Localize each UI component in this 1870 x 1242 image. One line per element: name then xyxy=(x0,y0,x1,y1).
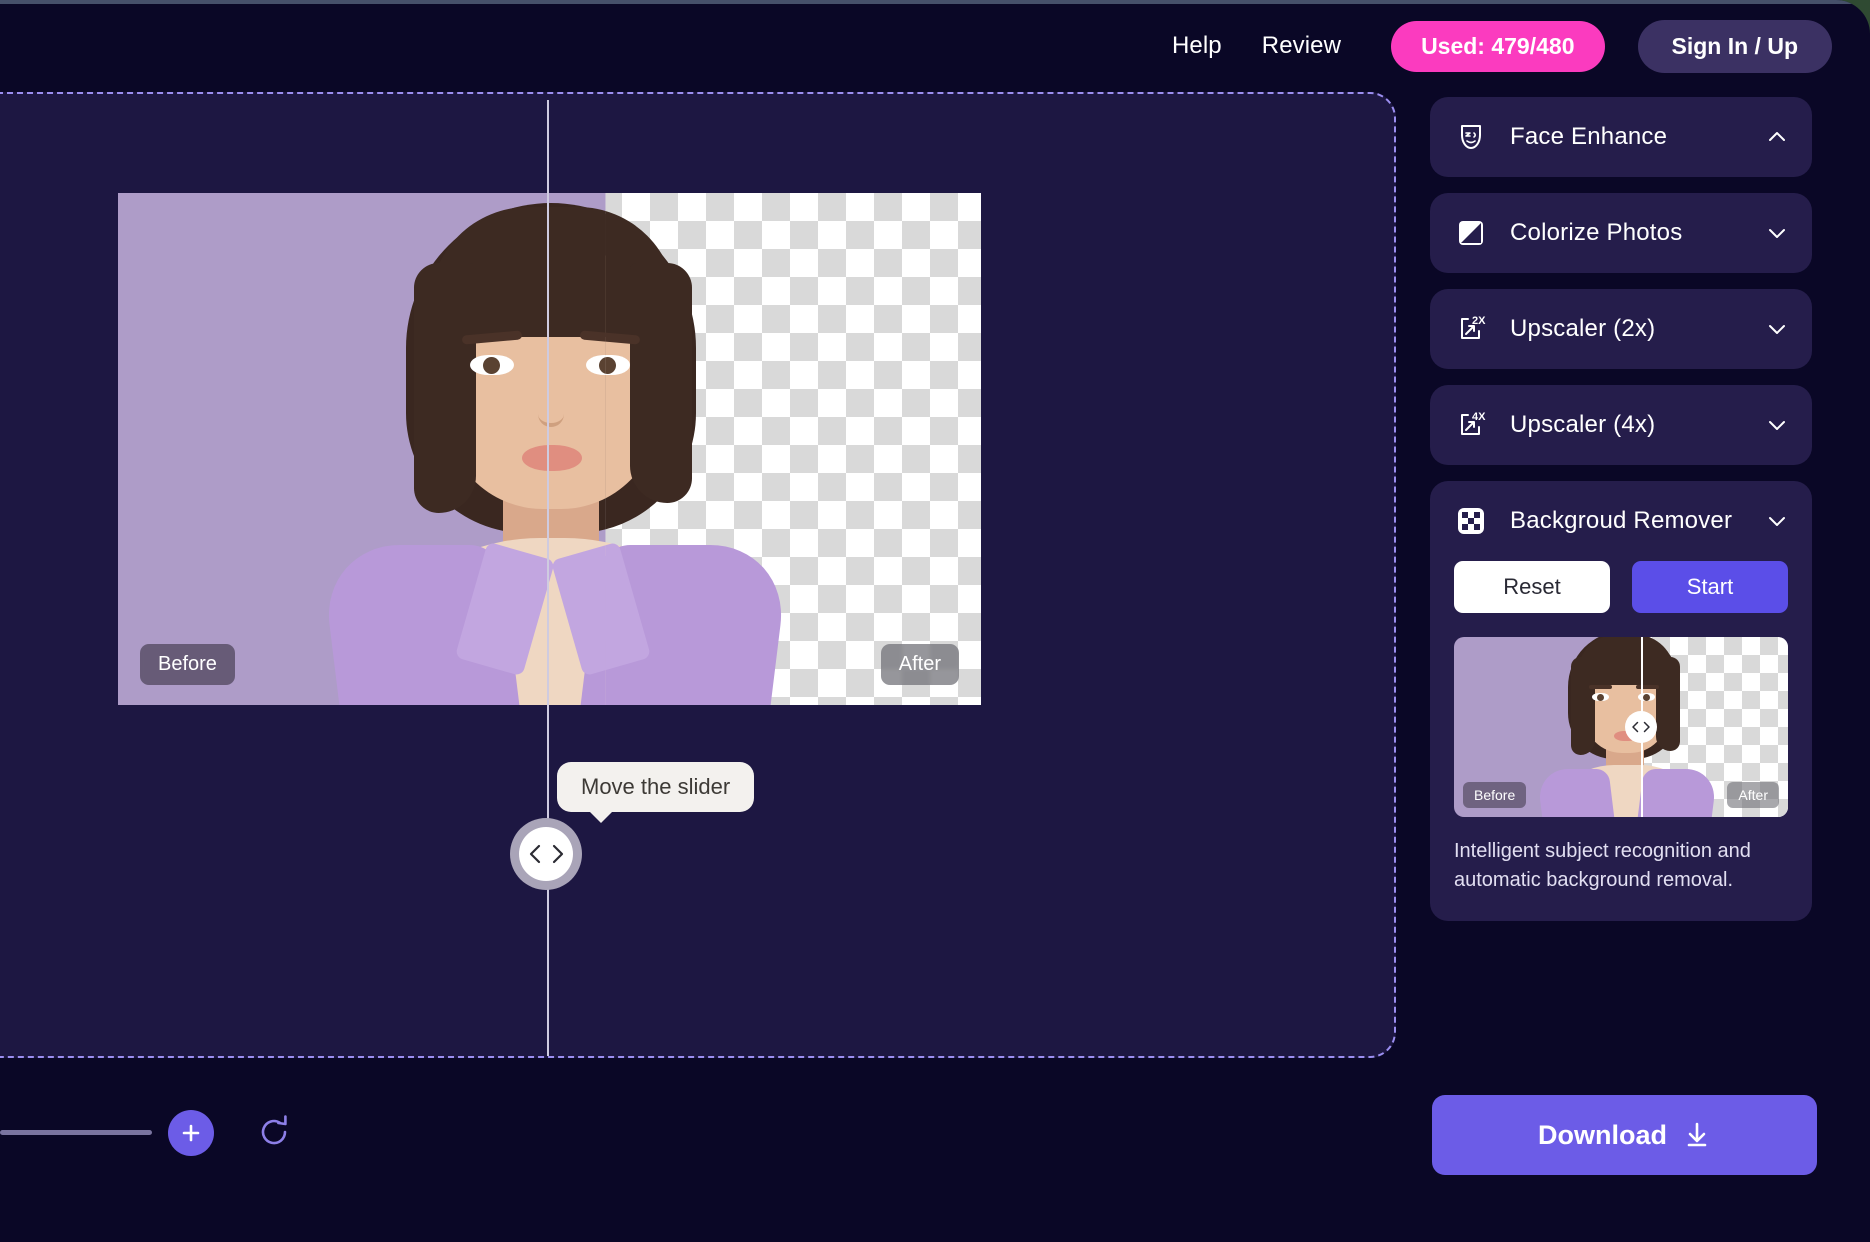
checkerboard-icon xyxy=(1454,504,1488,538)
panel-header-upscaler-2x[interactable]: 2X Upscaler (2x) xyxy=(1430,289,1812,369)
app-window: Help Review Used: 479/480 Sign In / Up B… xyxy=(0,0,1870,1242)
preview-before-label: Before xyxy=(1463,782,1527,808)
panel-face-enhance: Face Enhance xyxy=(1430,97,1812,177)
add-image-button[interactable] xyxy=(168,1110,214,1156)
help-link[interactable]: Help xyxy=(1152,22,1242,70)
download-arrow-icon xyxy=(1687,1122,1707,1147)
panel-body-background-remover: Reset Start Before After Intelligent sub… xyxy=(1430,561,1812,921)
plus-icon xyxy=(182,1124,200,1142)
action-buttons-row: Reset Start xyxy=(1454,561,1788,613)
background-remover-preview[interactable]: Before After xyxy=(1454,637,1788,817)
usage-badge[interactable]: Used: 479/480 xyxy=(1391,20,1605,72)
before-label: Before xyxy=(140,644,235,685)
download-label: Download xyxy=(1538,1119,1667,1150)
panel-label-colorize-photos: Colorize Photos xyxy=(1510,219,1683,246)
background-remover-description: Intelligent subject recognition and auto… xyxy=(1454,840,1751,891)
chevron-left-icon xyxy=(529,844,540,864)
face-mask-icon xyxy=(1454,120,1488,154)
preview-after-label: After xyxy=(1727,782,1779,808)
chevron-right-icon xyxy=(552,844,563,864)
preview-slider-handle[interactable] xyxy=(1625,711,1658,743)
review-link[interactable]: Review xyxy=(1242,22,1361,70)
app-header: Help Review Used: 479/480 Sign In / Up xyxy=(0,4,1870,88)
sign-in-up-button[interactable]: Sign In / Up xyxy=(1637,19,1832,73)
chevron-left-icon xyxy=(1632,721,1639,733)
comparison-slider-handle[interactable] xyxy=(510,818,582,890)
chevron-down-icon[interactable] xyxy=(1766,222,1788,244)
panel-header-colorize-photos[interactable]: Colorize Photos xyxy=(1430,193,1812,273)
panel-label-upscaler-2x: Upscaler (2x) xyxy=(1510,315,1656,342)
panel-header-upscaler-4x[interactable]: 4X Upscaler (4x) xyxy=(1430,385,1812,465)
reprocess-button[interactable] xyxy=(248,1106,300,1158)
upscale-2x-icon: 2X xyxy=(1454,312,1488,346)
svg-text:2X: 2X xyxy=(1472,315,1486,327)
panel-upscaler-2x: 2X Upscaler (2x) xyxy=(1430,289,1812,369)
panel-label-upscaler-4x: Upscaler (4x) xyxy=(1510,411,1656,438)
color-split-icon xyxy=(1454,216,1488,250)
panel-header-face-enhance[interactable]: Face Enhance xyxy=(1430,97,1812,177)
chevron-down-icon[interactable] xyxy=(1766,318,1788,340)
reset-button[interactable]: Reset xyxy=(1454,561,1610,613)
chevron-right-icon xyxy=(1643,721,1650,733)
progress-track xyxy=(0,1130,152,1135)
panel-background-remover: Backgroud Remover Reset Start Before Aft… xyxy=(1430,481,1812,921)
download-button[interactable]: Download xyxy=(1432,1095,1817,1175)
before-after-comparison[interactable]: Before After xyxy=(118,193,981,705)
svg-text:4X: 4X xyxy=(1472,411,1486,423)
panel-upscaler-4x: 4X Upscaler (4x) xyxy=(1430,385,1812,465)
refresh-icon xyxy=(261,1115,287,1145)
start-button[interactable]: Start xyxy=(1632,561,1788,613)
panel-label-background-remover: Backgroud Remover xyxy=(1510,507,1733,534)
after-label: After xyxy=(880,644,959,685)
chevron-up-icon[interactable] xyxy=(1766,126,1788,148)
panel-label-face-enhance: Face Enhance xyxy=(1510,123,1668,150)
panel-colorize-photos: Colorize Photos xyxy=(1430,193,1812,273)
upscale-4x-icon: 4X xyxy=(1454,408,1488,442)
chevron-down-icon[interactable] xyxy=(1766,510,1788,532)
chevron-down-icon[interactable] xyxy=(1766,414,1788,436)
comparison-divider-line xyxy=(547,100,549,1056)
slider-tooltip: Move the slider xyxy=(557,762,755,823)
panel-header-background-remover[interactable]: Backgroud Remover xyxy=(1430,481,1812,561)
tools-sidebar: Face Enhance Colorize Photos 2X Upscaler… xyxy=(1430,97,1812,937)
